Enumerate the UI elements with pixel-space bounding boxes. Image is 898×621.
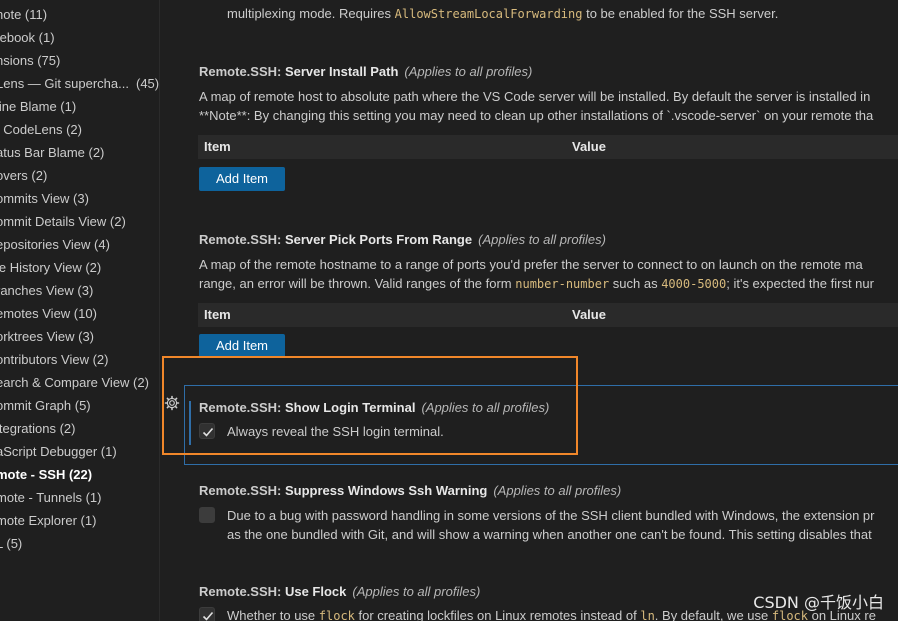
- toc-item[interactable]: ommits View (3): [0, 188, 89, 210]
- toc-item[interactable]: line Blame (1): [0, 96, 76, 118]
- setting-description: A map of the remote hostname to a range …: [199, 257, 863, 272]
- toc-item[interactable]: le History View (2): [0, 257, 101, 279]
- column-item: Item: [204, 307, 231, 322]
- toc-item[interactable]: mote - Tunnels (1): [0, 487, 102, 509]
- add-item-button[interactable]: Add Item: [199, 334, 285, 358]
- toc-item-label: note (11): [0, 7, 48, 22]
- toc-item[interactable]: ommit Graph (5): [0, 395, 91, 417]
- setting-description: range, an error will be thrown. Valid ra…: [199, 276, 874, 291]
- setting-title-pick-ports: Remote.SSH: Server Pick Ports From Range…: [199, 232, 606, 247]
- column-value: Value: [572, 139, 606, 154]
- toc-item-label: ranches View (3): [0, 283, 94, 298]
- column-item: Item: [204, 139, 231, 154]
- toc-item[interactable]: mote - SSH (22): [0, 464, 92, 486]
- toc-item[interactable]: Lens — Git supercha... (45): [0, 73, 159, 95]
- toc-item[interactable]: atus Bar Blame (2): [0, 142, 104, 164]
- toc-item-label: emotes View (10): [0, 306, 97, 321]
- checkmark-icon: [202, 611, 214, 621]
- watermark: CSDN @千饭小白: [753, 593, 884, 612]
- toc-item-label: overs (2): [0, 168, 48, 183]
- toc-item[interactable]: aScript Debugger (1): [0, 441, 117, 463]
- toc-item-label: itegrations (2): [0, 421, 76, 436]
- toc-item-label: le History View (2): [0, 260, 102, 275]
- toc-item-label: mote - Tunnels (1): [0, 490, 102, 505]
- map-table-header: Item Value: [198, 303, 898, 327]
- toc-item-label: line Blame (1): [0, 99, 77, 114]
- toc-item-label: earch & Compare View (2): [0, 375, 149, 390]
- map-table-header: Item Value: [198, 135, 898, 159]
- setting-title-server-install-path: Remote.SSH: Server Install Path (Applies …: [199, 64, 533, 79]
- toc-item-label: nsions (75): [0, 53, 61, 68]
- suppress-warning-checkbox[interactable]: [199, 507, 215, 523]
- column-value: Value: [572, 307, 606, 322]
- toc-item[interactable]: orktrees View (3): [0, 326, 94, 348]
- setting-title-suppress-warning: Remote.SSH: Suppress Windows Ssh Warning…: [199, 483, 622, 498]
- toc-item-label: orktrees View (3): [0, 329, 95, 344]
- setting-description: A map of remote host to absolute path wh…: [199, 89, 871, 104]
- toc-item[interactable]: epositories View (4): [0, 234, 110, 256]
- setting-title-use-flock: Remote.SSH: Use Flock (Applies to all pro…: [199, 584, 481, 599]
- toc-item[interactable]: t CodeLens (2): [0, 119, 82, 141]
- toc-item-label: epositories View (4): [0, 237, 110, 252]
- toc-item[interactable]: nsions (75): [0, 50, 60, 72]
- toc-item[interactable]: ontributors View (2): [0, 349, 108, 371]
- settings-toc: note (11) tebook (1) nsions (75) Lens — Git…: [0, 0, 160, 621]
- settings-list: multiplexing mode. Requires AllowStreamL…: [160, 0, 898, 621]
- toc-item-count: (45): [136, 76, 160, 91]
- settings-editor: note (11) tebook (1) nsions (75) Lens — Git…: [0, 0, 898, 621]
- toc-item-label: ontributors View (2): [0, 352, 109, 367]
- toc-item[interactable]: L (5): [0, 533, 22, 555]
- toc-item-label: L (5): [0, 536, 23, 551]
- use-flock-checkbox[interactable]: [199, 607, 215, 621]
- annotation-highlight: [162, 356, 578, 455]
- setting-description: multiplexing mode. Requires AllowStreamL…: [227, 6, 779, 21]
- toc-item-label: tebook (1): [0, 30, 55, 45]
- toc-item-label: mote Explorer (1): [0, 513, 97, 528]
- setting-description: Due to a bug with password handling in s…: [227, 508, 875, 523]
- setting-description: as the one bundled with Git, and will sh…: [227, 527, 872, 542]
- toc-item[interactable]: tebook (1): [0, 27, 55, 49]
- toc-item[interactable]: earch & Compare View (2): [0, 372, 149, 394]
- toc-item-label: Lens — Git supercha...: [0, 76, 129, 91]
- toc-item[interactable]: itegrations (2): [0, 418, 75, 440]
- toc-item[interactable]: note (11): [0, 4, 47, 26]
- add-item-button[interactable]: Add Item: [199, 167, 285, 191]
- toc-item[interactable]: ranches View (3): [0, 280, 93, 302]
- toc-item[interactable]: emotes View (10): [0, 303, 97, 325]
- toc-item[interactable]: overs (2): [0, 165, 47, 187]
- toc-item-label: atus Bar Blame (2): [0, 145, 105, 160]
- setting-description: **Note**: By changing this setting you m…: [199, 108, 874, 123]
- toc-item-label: ommit Details View (2): [0, 214, 126, 229]
- toc-item-label: t CodeLens (2): [0, 122, 82, 137]
- toc-item[interactable]: mote Explorer (1): [0, 510, 96, 532]
- toc-item-label: ommit Graph (5): [0, 398, 91, 413]
- toc-item[interactable]: ommit Details View (2): [0, 211, 126, 233]
- toc-item-label: ommits View (3): [0, 191, 89, 206]
- toc-item-label: aScript Debugger (1): [0, 444, 117, 459]
- toc-item-label: mote - SSH (22): [0, 467, 93, 482]
